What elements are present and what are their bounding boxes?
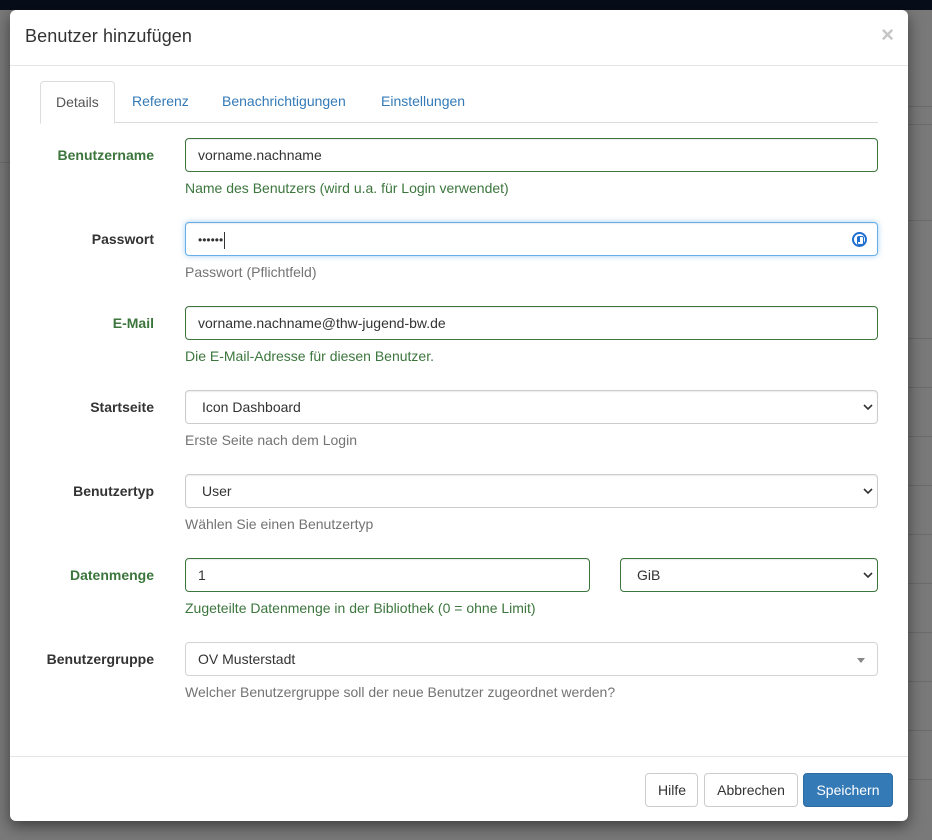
usergroup-value: OV Musterstadt xyxy=(198,651,296,667)
startpage-help: Erste Seite nach dem Login xyxy=(185,432,357,448)
chevron-down-icon xyxy=(863,488,873,495)
startpage-label: Startseite xyxy=(90,399,154,415)
text-cursor xyxy=(224,231,226,249)
chevron-down-icon xyxy=(863,572,873,579)
usergroup-help: Welcher Benutzergruppe soll der neue Ben… xyxy=(185,684,616,700)
quota-unit-select[interactable]: GiB xyxy=(620,558,878,592)
tab-einstellungen[interactable]: Einstellungen xyxy=(366,81,480,123)
username-field[interactable]: vorname.nachname xyxy=(185,138,878,172)
tab-bar: Details Referenz Benachrichtigungen Eins… xyxy=(40,81,878,124)
password-field[interactable]: •••••• xyxy=(185,222,878,256)
modal-header: Benutzer hinzufügen × xyxy=(10,10,908,66)
tab-details[interactable]: Details xyxy=(40,81,115,124)
cancel-button[interactable]: Abbrechen xyxy=(704,773,798,807)
password-value: •••••• xyxy=(198,233,224,247)
usertype-value: User xyxy=(202,483,232,499)
password-manager-icon[interactable] xyxy=(852,232,867,247)
email-label: E-Mail xyxy=(112,315,154,331)
quota-unit-value: GiB xyxy=(637,567,661,583)
quota-help: Zugeteilte Datenmenge in der Bibliothek … xyxy=(185,600,536,616)
usergroup-label: Benutzergruppe xyxy=(46,651,154,667)
username-label: Benutzername xyxy=(57,147,154,163)
chevron-down-icon xyxy=(863,404,873,411)
tab-referenz[interactable]: Referenz xyxy=(117,81,204,123)
close-icon[interactable]: × xyxy=(881,24,894,46)
tab-benachrichtigungen[interactable]: Benachrichtigungen xyxy=(207,81,361,123)
save-button[interactable]: Speichern xyxy=(803,773,893,807)
modal-footer: Hilfe Abbrechen Speichern xyxy=(10,756,908,821)
usertype-select[interactable]: User xyxy=(185,474,878,508)
modal-title: Benutzer hinzufügen xyxy=(25,26,193,46)
add-user-modal: Benutzer hinzufügen × Details Referenz B… xyxy=(10,10,908,821)
usertype-help: Wählen Sie einen Benutzertyp xyxy=(185,516,374,532)
usertype-label: Benutzertyp xyxy=(73,483,154,499)
quota-label: Datenmenge xyxy=(69,567,154,583)
startpage-value: Icon Dashboard xyxy=(202,399,301,415)
quota-input[interactable]: 1 xyxy=(185,558,590,592)
usergroup-select[interactable]: OV Musterstadt xyxy=(185,642,878,676)
caret-down-icon xyxy=(857,658,865,663)
password-help: Passwort (Pflichtfeld) xyxy=(185,264,317,280)
password-label: Passwort xyxy=(91,231,154,247)
email-help: Die E-Mail-Adresse für diesen Benutzer. xyxy=(185,348,434,364)
help-button[interactable]: Hilfe xyxy=(645,773,698,807)
email-field[interactable]: vorname.nachname@thw-jugend-bw.de xyxy=(185,306,878,340)
startpage-select[interactable]: Icon Dashboard xyxy=(185,390,878,424)
username-help: Name des Benutzers (wird u.a. für Login … xyxy=(185,180,509,196)
